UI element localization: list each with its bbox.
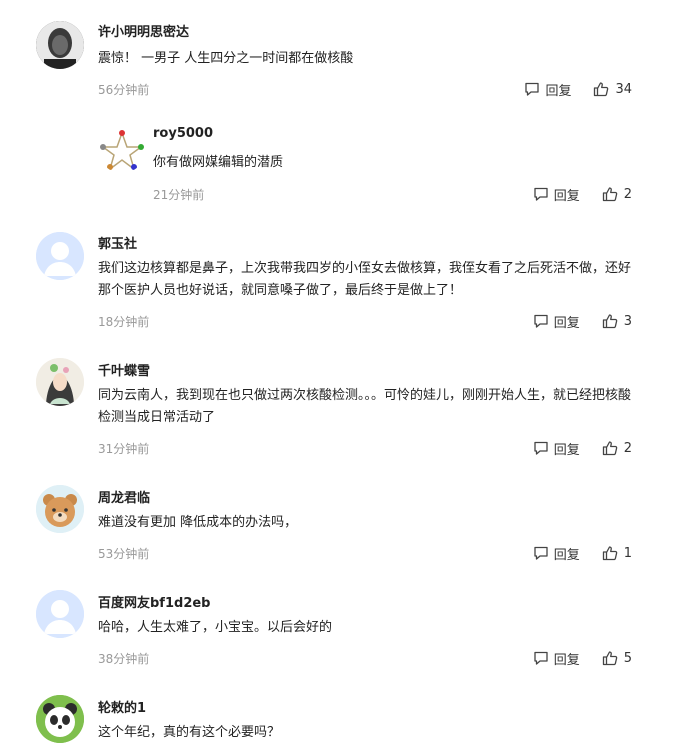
like-button[interactable]: 3 xyxy=(602,313,632,329)
user-avatar[interactable] xyxy=(36,232,84,280)
comment-actions: 回复 2 xyxy=(533,184,632,204)
user-photo-avatar-icon xyxy=(36,21,84,69)
thumbs-up-icon xyxy=(602,546,618,561)
comment-text: 我们这边核算都是鼻子，上次我带我四岁的小侄女去做核算，我侄女看了之后死活不做，还… xyxy=(98,261,632,298)
user-avatar[interactable] xyxy=(98,125,146,173)
reply-label: 回复 xyxy=(553,188,580,204)
like-count: 1 xyxy=(623,545,632,561)
reply-label: 回复 xyxy=(553,652,580,668)
comment-bubble-icon xyxy=(534,187,548,201)
like-button[interactable]: 2 xyxy=(602,440,632,456)
like-count: 34 xyxy=(615,81,632,97)
comment-time: 18分钟前 xyxy=(98,315,150,329)
comment-bubble-icon xyxy=(525,82,540,96)
comment-text: 这个年纪，真的有这个必要吗？ xyxy=(98,725,281,740)
comment-text: 震惊！ 一男子 人生四分之一时间都在做核酸 xyxy=(98,51,354,66)
comment-actions: 回复 1 xyxy=(533,543,632,563)
reply-button[interactable]: 回复 xyxy=(533,439,580,458)
comment-time: 31分钟前 xyxy=(98,442,150,456)
comment-text: 哈哈，人生太难了，小宝宝。以后会好的 xyxy=(98,620,333,635)
comment-bubble-icon xyxy=(534,441,548,455)
comment-bubble-icon xyxy=(534,546,548,560)
reply-label: 回复 xyxy=(553,315,580,331)
user-avatar[interactable] xyxy=(36,695,84,743)
thumbs-up-icon xyxy=(602,441,618,456)
panda-avatar-icon xyxy=(36,695,84,743)
comment-time: 56分钟前 xyxy=(98,83,150,97)
like-button[interactable]: 1 xyxy=(602,545,632,561)
comment-time: 53分钟前 xyxy=(98,547,150,561)
reply-button[interactable]: 回复 xyxy=(533,544,580,563)
comment-username[interactable]: 周龙君临 xyxy=(98,487,150,506)
comment-actions: 回复 34 xyxy=(524,79,632,99)
bear-avatar-icon xyxy=(36,485,84,533)
like-button[interactable]: 34 xyxy=(593,81,632,97)
reply-button[interactable]: 回复 xyxy=(533,185,580,204)
like-count: 2 xyxy=(623,186,632,202)
thumbs-up-icon xyxy=(594,82,609,97)
default-user-avatar-icon xyxy=(36,590,84,638)
reply-label: 回复 xyxy=(553,547,580,563)
reply-button[interactable]: 回复 xyxy=(524,80,571,99)
comment-username[interactable]: 郭玉社 xyxy=(98,233,137,252)
comment-actions: 回复 3 xyxy=(533,311,632,331)
comment-time: 21分钟前 xyxy=(153,188,205,202)
comment-bubble-icon xyxy=(534,651,548,665)
comment-username[interactable]: 千叶蝶雪 xyxy=(98,360,150,379)
comment-time: 38分钟前 xyxy=(98,652,150,666)
reply-label: 回复 xyxy=(545,83,572,99)
like-button[interactable]: 5 xyxy=(602,650,632,666)
comment-text: 你有做网媒编辑的潜质 xyxy=(153,155,284,170)
user-avatar[interactable] xyxy=(36,358,84,406)
comment-bubble-icon xyxy=(534,314,548,328)
like-count: 2 xyxy=(623,440,632,456)
illustration-avatar-icon xyxy=(36,358,84,406)
comment-actions: 回复 5 xyxy=(533,648,632,668)
reply-label: 回复 xyxy=(553,442,580,458)
comment-text: 难道没有更加 降低成本的办法吗， xyxy=(98,515,298,530)
thumbs-up-icon xyxy=(602,187,618,202)
reply-button[interactable]: 回复 xyxy=(533,649,580,668)
reply-button[interactable]: 回复 xyxy=(533,312,580,331)
user-avatar[interactable] xyxy=(36,21,84,69)
comment-username[interactable]: 百度网友bf1d2eb xyxy=(98,592,210,611)
default-user-avatar-icon xyxy=(36,232,84,280)
thumbs-up-icon xyxy=(602,314,618,329)
user-avatar[interactable] xyxy=(36,590,84,638)
comment-actions: 回复 2 xyxy=(533,438,632,458)
comment-username[interactable]: 许小明明思密达 xyxy=(98,21,189,40)
user-avatar[interactable] xyxy=(36,485,84,533)
comment-username[interactable]: 轮敕的1 xyxy=(98,697,146,716)
comment-text: 同为云南人，我到现在也只做过两次核酸检测。。。可怜的娃儿，刚刚开始人生，就已经把… xyxy=(98,388,632,425)
like-count: 5 xyxy=(623,650,632,666)
like-count: 3 xyxy=(623,313,632,329)
pentagram-avatar-icon xyxy=(98,125,146,173)
like-button[interactable]: 2 xyxy=(602,186,632,202)
comment-username[interactable]: roy5000 xyxy=(153,126,213,141)
thumbs-up-icon xyxy=(602,651,618,666)
